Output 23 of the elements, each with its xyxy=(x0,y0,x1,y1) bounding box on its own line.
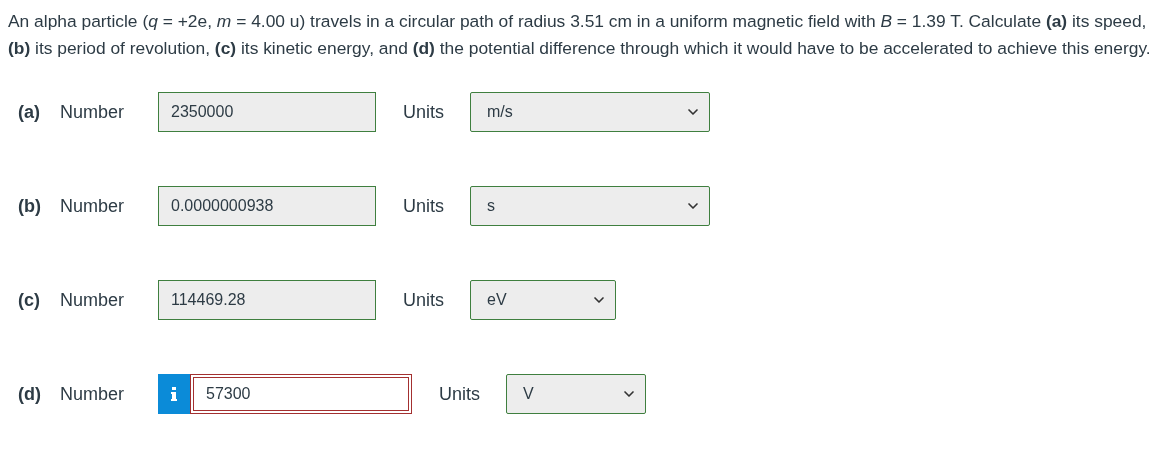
units-label: Units xyxy=(403,101,444,123)
number-field[interactable]: 2350000 xyxy=(158,92,376,132)
field-label: Number xyxy=(60,383,126,405)
number-field[interactable]: 114469.28 xyxy=(158,280,376,320)
info-icon xyxy=(171,387,177,401)
number-field[interactable]: 57300 xyxy=(190,374,412,414)
field-label: Number xyxy=(60,195,126,217)
field-label: Number xyxy=(60,101,126,123)
units-label: Units xyxy=(403,195,444,217)
part-label: (b) xyxy=(18,195,42,217)
part-label: (a) xyxy=(18,101,41,123)
question-text: An alpha particle (q = +2e, m = 4.00 u) travels in a circular path of radius 3.51 cm in a uniform magnetic field with B = 1.39 T. Calculate (a) its speed, (b) its period of revolution, (c) its kinetic energy, and (d) the potential difference through which it would have to be accelerated to achieve this energy. xyxy=(8,10,1152,60)
number-field[interactable]: 0.0000000938 xyxy=(158,186,376,226)
units-label: Units xyxy=(403,289,444,311)
unit-select[interactable]: eV xyxy=(470,280,616,320)
unit-select[interactable]: V xyxy=(506,374,646,414)
unit-select[interactable]: s xyxy=(470,186,710,226)
field-label: Number xyxy=(60,289,126,311)
unit-select[interactable]: m/s xyxy=(470,92,710,132)
part-label: (c) xyxy=(18,289,41,311)
units-label: Units xyxy=(439,383,480,405)
part-label: (d) xyxy=(18,383,42,405)
info-button[interactable] xyxy=(158,374,190,414)
